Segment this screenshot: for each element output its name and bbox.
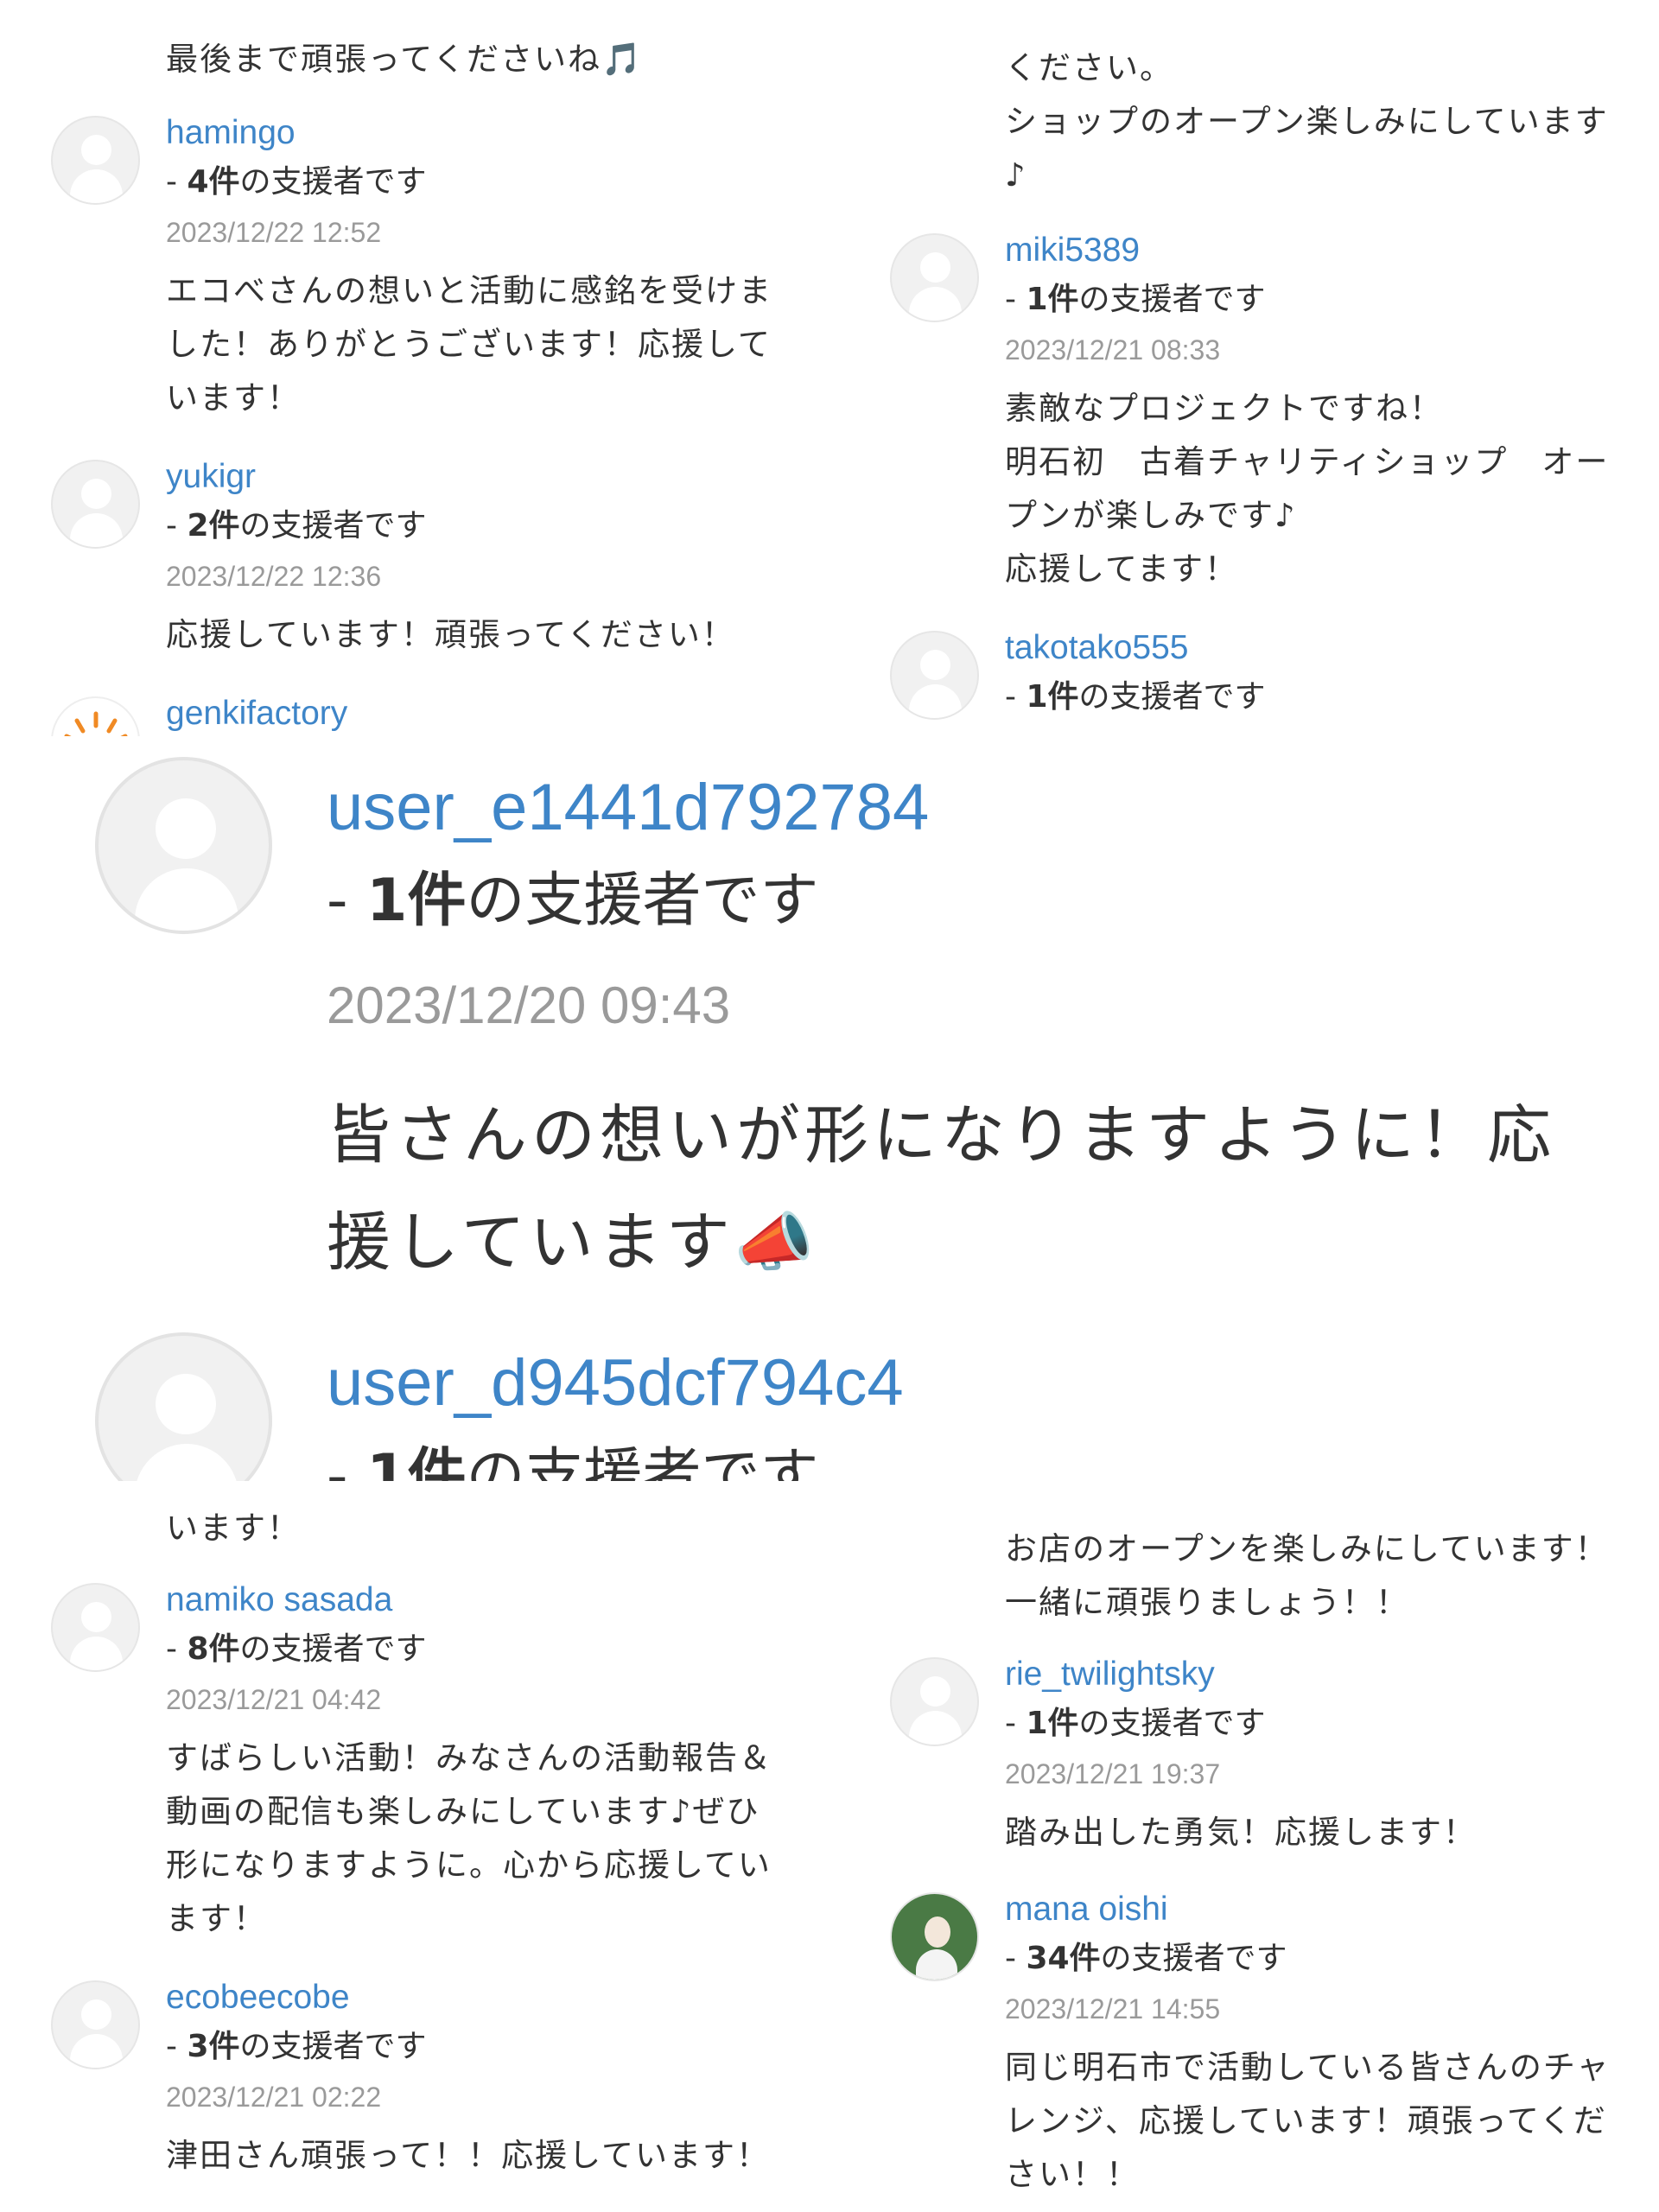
comment-message: 皆さんの想いが形になりますように！応 援しています📣 [327,1098,1555,1280]
comment-card: hamingo - 4件の支援者です 2023/12/22 12:52 エコべさ… [51,111,857,425]
username-link[interactable]: user_e1441d792784 [327,769,929,847]
bottom-panel: います！ namiko sasada - 8件の支援者です 2023/12/21… [0,1481,1659,2212]
comment-fragment: ショップのオープン楽しみにしています [1005,103,1609,140]
username-link[interactable]: ecobeecobe [166,1975,857,2024]
username-link[interactable]: takotako555 [1005,626,1659,674]
backer-count: - 1件の支援者です [327,867,819,935]
comment-date: 2023/12/21 02:22 [166,2082,382,2113]
avatar[interactable] [890,233,979,322]
comment-message: 同じ明石市で活動している皆さんのチャ レンジ、応援しています！頑張ってくだ さい… [1005,2049,1611,2193]
comment-date: 2023/12/22 12:36 [166,561,382,592]
avatar[interactable] [890,1657,979,1746]
avatar[interactable] [890,631,979,720]
avatar[interactable] [51,1980,140,2069]
backer-count: - 8件の支援者です [166,1631,427,1667]
backer-count: - 1件の支援者です [327,1442,819,1481]
comment-card: ecobeecobe - 3件の支援者です 2023/12/21 02:22 津… [51,1975,857,2183]
comment-fragment: お店のオープンを楽しみにしています！ [1005,1530,1609,1567]
backer-count: - 1件の支援者です [1005,679,1266,715]
comment-date: 2023/12/21 14:55 [1005,1993,1221,2024]
comment-message: 踏み出した勇気！応援します！ [1005,1814,1477,1851]
zoomed-panel: user_e1441d792784 - 1件の支援者です 2023/12/20 … [0,736,1659,1481]
avatar-photo[interactable] [890,1892,979,1981]
comment-card: miki5389 - 1件の支援者です 2023/12/21 08:33 素敵な… [890,228,1659,596]
username-link[interactable]: user_d945dcf794c4 [327,1344,904,1422]
sun-logo-icon [64,711,128,736]
comment-card: rie_twilightsky - 1件の支援者です 2023/12/21 19… [890,1652,1659,1859]
comment-fragment: 最後まで頑張ってくださいね🎵 [166,41,644,78]
comment-fragment: います！ [166,1510,301,1547]
comment-date: 2023/12/21 19:37 [1005,1758,1221,1789]
backer-count: - 1件の支援者です [1005,1706,1266,1741]
avatar[interactable] [95,1332,272,1481]
comment-message: 応援しています！頑張ってください！ [166,616,735,653]
comment-card: takotako555 - 1件の支援者です [890,626,1659,721]
username-link[interactable]: rie_twilightsky [1005,1652,1659,1700]
comment-message: 津田さん頑張って！！応援しています！ [166,2137,771,2174]
comment-fragment: 一緒に頑張りましょう！！ [1005,1584,1409,1621]
backer-count: - 4件の支援者です [166,164,427,200]
comment-fragment: ♪ [1005,156,1027,194]
comment-message: エコべさんの想いと活動に感銘を受けました！ありがとうございます！応援しています！ [166,272,772,416]
comment-card: yukigr - 2件の支援者です 2023/12/22 12:36 応援してい… [51,454,857,662]
username-link[interactable]: namiko sasada [166,1578,857,1626]
comment-card: namiko sasada - 8件の支援者です 2023/12/21 04:4… [51,1578,857,1946]
comment-card: mana oishi - 34件の支援者です 2023/12/21 14:55 … [890,1887,1659,2202]
backer-count: - 2件の支援者です [166,508,427,543]
avatar[interactable] [51,116,140,205]
avatar[interactable] [51,696,140,736]
comment-date: 2023/12/20 09:43 [327,976,731,1034]
username-link[interactable]: mana oishi [1005,1887,1659,1936]
comment-date: 2023/12/21 08:33 [1005,334,1221,365]
backer-count: - 3件の支援者です [166,2029,427,2064]
username-link[interactable]: miki5389 [1005,228,1659,276]
comment-date: 2023/12/22 12:52 [166,217,382,248]
avatar[interactable] [51,1583,140,1672]
avatar[interactable] [51,460,140,549]
username-link[interactable]: genkifactory [166,691,857,736]
avatar[interactable] [95,757,272,934]
comment-message: 素敵なプロジェクトですね！ 明石初 古着チャリティショップ オー プンが楽しみで… [1005,390,1610,588]
backer-count: - 1件の支援者です [1005,282,1266,317]
username-link[interactable]: yukigr [166,454,857,503]
top-panel: 最後まで頑張ってくださいね🎵 hamingo - 4件の支援者です 2023/1… [0,0,1659,736]
comment-card: genkifactory [51,691,857,736]
comment-fragment: ください。 [1005,49,1173,86]
backer-count: - 34件の支援者です [1005,1941,1287,1976]
comment-message: すばらしい活動！みなさんの活動報告＆ 動画の配信も楽しみにしています♪ぜひ 形に… [166,1739,772,1937]
comment-date: 2023/12/21 04:42 [166,1684,382,1715]
username-link[interactable]: hamingo [166,111,857,159]
